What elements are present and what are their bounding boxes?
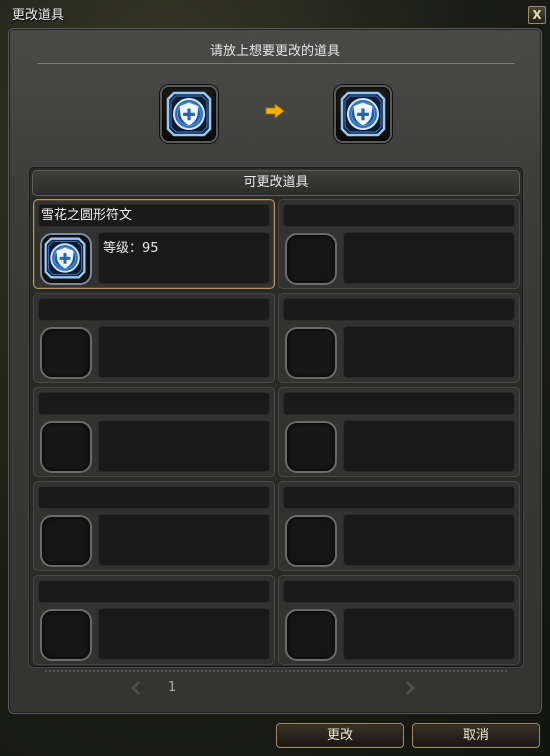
empty-item-card[interactable]	[278, 199, 520, 289]
pager-divider	[45, 670, 507, 672]
item-slot-empty	[285, 327, 337, 379]
rune-shield-icon	[44, 237, 86, 279]
instruction-text: 请放上想要更改的道具	[209, 44, 340, 59]
chevron-left-icon[interactable]	[130, 680, 142, 696]
title-bar: 更改道具 X	[0, 0, 550, 26]
page-number: 1	[168, 680, 177, 695]
item-slot-empty	[285, 609, 337, 661]
empty-item-card[interactable]	[33, 293, 275, 383]
item-slot-empty	[40, 421, 92, 473]
item-info-empty	[343, 420, 515, 472]
change-button[interactable]: 更改	[276, 723, 404, 748]
rune-shield-icon	[340, 91, 386, 137]
item-level: 等级：95	[103, 241, 159, 256]
item-slot-empty	[285, 515, 337, 567]
empty-item-card[interactable]	[278, 293, 520, 383]
item-name-empty	[283, 486, 515, 509]
item-slot-empty	[40, 609, 92, 661]
list-header: 可更改道具	[32, 170, 520, 196]
item-name-empty	[38, 392, 270, 415]
item-info: 等级：95	[98, 232, 270, 284]
empty-item-card[interactable]	[278, 575, 520, 665]
close-button[interactable]: X	[528, 6, 546, 24]
item-info-empty	[343, 608, 515, 660]
item-name-empty	[38, 298, 270, 321]
window-title: 更改道具	[12, 8, 65, 23]
item-name-empty	[283, 392, 515, 415]
item-info-empty	[98, 514, 270, 566]
arrow-right-icon	[265, 103, 285, 119]
empty-item-card[interactable]	[278, 387, 520, 477]
item-slot-empty	[40, 515, 92, 567]
item-list-panel: 可更改道具 雪花之圆形符文 等级：95	[28, 166, 524, 668]
chevron-right-icon[interactable]	[404, 680, 416, 696]
item-info-empty	[343, 232, 515, 284]
empty-item-card[interactable]	[33, 481, 275, 571]
item-info-empty	[98, 326, 270, 378]
item-name-empty	[283, 580, 515, 603]
item-name-empty	[283, 204, 515, 227]
item-name-empty	[38, 486, 270, 509]
cancel-button[interactable]: 取消	[412, 723, 540, 748]
item-info-empty	[343, 514, 515, 566]
divider	[37, 63, 515, 64]
item-slot-empty	[40, 327, 92, 379]
item-name-empty	[38, 580, 270, 603]
item-info-empty	[98, 608, 270, 660]
item-name: 雪花之圆形符文	[38, 204, 270, 227]
item-slot	[40, 233, 92, 285]
rune-shield-icon	[166, 91, 212, 137]
item-name-empty	[283, 298, 515, 321]
empty-item-card[interactable]	[33, 387, 275, 477]
item-info-empty	[343, 326, 515, 378]
empty-item-card[interactable]	[278, 481, 520, 571]
empty-item-card[interactable]	[33, 575, 275, 665]
item-slot-empty	[285, 421, 337, 473]
source-item-slot[interactable]	[160, 85, 218, 143]
item-card-selected[interactable]: 雪花之圆形符文 等级：95	[33, 199, 275, 289]
item-info-empty	[98, 420, 270, 472]
item-slot-empty	[285, 233, 337, 285]
target-item-slot[interactable]	[334, 85, 392, 143]
